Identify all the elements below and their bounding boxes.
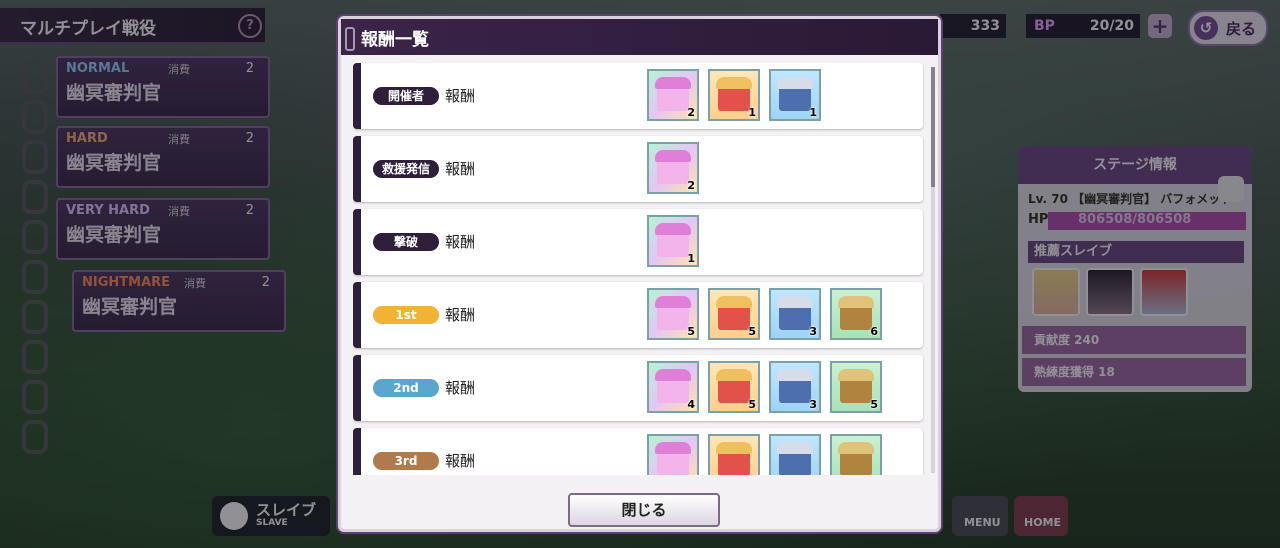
reward-item-gold-chest-icon[interactable]: 5 — [830, 361, 882, 413]
reward-tier-badge: 3rd — [373, 452, 439, 470]
chest-icon — [838, 369, 874, 403]
reward-item-gold-chest-icon[interactable] — [830, 434, 882, 475]
reward-row-label: 報酬 — [445, 306, 476, 324]
chest-icon — [716, 442, 752, 475]
item-count: 2 — [687, 179, 695, 192]
item-count: 1 — [687, 252, 695, 265]
chest-icon — [716, 296, 752, 330]
reward-item-pink-chest-icon[interactable]: 5 — [647, 288, 699, 340]
reward-row-label: 報酬 — [445, 233, 476, 251]
reward-tier-badge: 撃破 — [373, 233, 439, 251]
item-count: 5 — [748, 398, 756, 411]
dialog-title: 報酬一覧 — [361, 30, 429, 50]
reward-item-red-chest-icon[interactable]: 5 — [708, 361, 760, 413]
chest-icon — [777, 296, 813, 330]
item-count: 5 — [870, 398, 878, 411]
reward-item-pink-chest-icon[interactable] — [647, 434, 699, 475]
scrollbar-thumb[interactable] — [931, 67, 935, 187]
reward-item-blue-chest-icon[interactable]: 3 — [769, 361, 821, 413]
item-count: 1 — [809, 106, 817, 119]
item-count: 4 — [687, 398, 695, 411]
item-count: 1 — [748, 106, 756, 119]
chain-icon — [345, 27, 355, 51]
reward-tier-badge: 2nd — [373, 379, 439, 397]
chest-icon — [655, 223, 691, 257]
reward-item-blue-chest-icon[interactable] — [769, 434, 821, 475]
reward-item-gold-chest-icon[interactable]: 6 — [830, 288, 882, 340]
reward-tier-badge: 1st — [373, 306, 439, 324]
reward-row: 救援発信 報酬 2 — [353, 136, 923, 202]
reward-row-label: 報酬 — [445, 87, 476, 105]
item-count: 3 — [809, 398, 817, 411]
chest-icon — [838, 442, 874, 475]
chest-icon — [716, 369, 752, 403]
chest-icon — [655, 150, 691, 184]
reward-row: 3rd 報酬 — [353, 428, 923, 475]
reward-tier-badge: 開催者 — [373, 87, 439, 105]
reward-item-pink-chest-icon[interactable]: 4 — [647, 361, 699, 413]
reward-item-red-chest-icon[interactable]: 5 — [708, 288, 760, 340]
chest-icon — [838, 296, 874, 330]
chest-icon — [777, 369, 813, 403]
reward-item-blue-chest-icon[interactable]: 1 — [769, 69, 821, 121]
reward-row: 撃破 報酬 1 — [353, 209, 923, 275]
dialog-header: 報酬一覧 — [341, 19, 938, 55]
chest-icon — [716, 77, 752, 111]
item-count: 3 — [809, 325, 817, 338]
reward-row: 開催者 報酬 2 1 1 — [353, 63, 923, 129]
reward-item-pink-chest-icon[interactable]: 2 — [647, 69, 699, 121]
chest-icon — [655, 296, 691, 330]
reward-item-red-chest-icon[interactable]: 1 — [708, 69, 760, 121]
reward-list-dialog: 報酬一覧 開催者 報酬 2 1 1 救援発信 報酬 2 撃破 報酬 1 1st 報酬 5 5 3 6 2nd 報酬 4… — [338, 16, 941, 532]
reward-row-label: 報酬 — [445, 160, 476, 178]
reward-list[interactable]: 開催者 報酬 2 1 1 救援発信 報酬 2 撃破 報酬 1 1st 報酬 5 5 3 6 2nd 報酬 4 5 3 5 3r… — [353, 63, 927, 475]
item-count: 2 — [687, 106, 695, 119]
chest-icon — [777, 77, 813, 111]
chest-icon — [777, 442, 813, 475]
reward-row-label: 報酬 — [445, 452, 476, 470]
item-count: 6 — [870, 325, 878, 338]
reward-row: 1st 報酬 5 5 3 6 — [353, 282, 923, 348]
chest-icon — [655, 369, 691, 403]
chest-icon — [655, 77, 691, 111]
reward-item-pink-chest-icon[interactable]: 2 — [647, 142, 699, 194]
reward-item-pink-chest-icon[interactable]: 1 — [647, 215, 699, 267]
chest-icon — [655, 442, 691, 475]
reward-row-label: 報酬 — [445, 379, 476, 397]
item-count: 5 — [687, 325, 695, 338]
reward-item-red-chest-icon[interactable] — [708, 434, 760, 475]
reward-tier-badge: 救援発信 — [373, 160, 439, 178]
reward-item-blue-chest-icon[interactable]: 3 — [769, 288, 821, 340]
close-button[interactable]: 閉じる — [568, 493, 720, 527]
item-count: 5 — [748, 325, 756, 338]
reward-row: 2nd 報酬 4 5 3 5 — [353, 355, 923, 421]
scrollbar[interactable] — [931, 67, 935, 473]
